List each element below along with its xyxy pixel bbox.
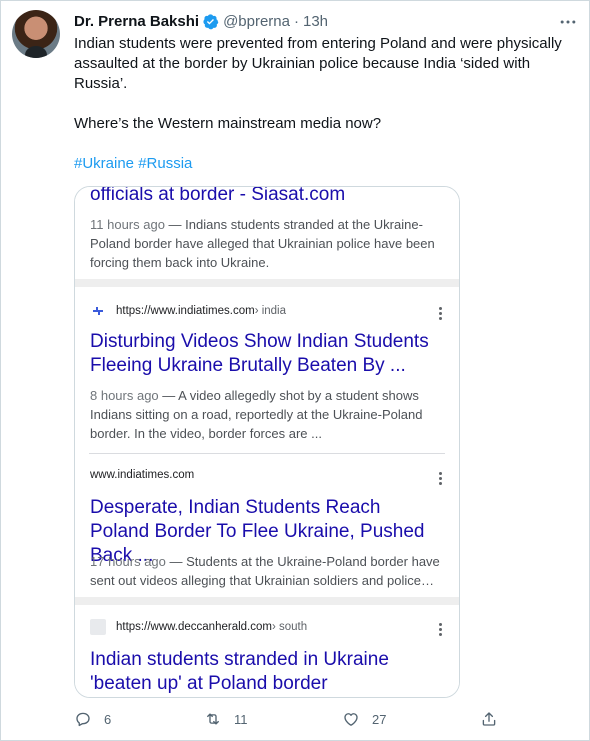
search-result-2: https://www.indiatimes.com › india Distu… [75, 287, 459, 455]
reply-icon [76, 712, 90, 727]
tweet-paragraph-2: Where’s the Western mainstream media now… [74, 115, 382, 132]
dot-separator: · [294, 12, 299, 30]
search-result-3: www.indiatimes.com Desperate, Indian Stu… [75, 457, 459, 597]
result-3-snippet: 17 hours ago — Students at the Ukraine-P… [90, 552, 442, 590]
tweet-paragraph-1: Indian students were prevented from ente… [74, 35, 562, 92]
result-2-title[interactable]: Disturbing Videos Show Indian Students F… [90, 330, 440, 378]
site-favicon [93, 307, 103, 315]
retweet-count: 11 [234, 711, 248, 727]
result-1-snippet: 11 hours ago — Indians students stranded… [90, 215, 442, 272]
result-1-title[interactable]: officials at border - Siasat.com [90, 187, 440, 207]
tweet-actions: 6 11 27 [74, 706, 514, 732]
author-avatar[interactable] [12, 10, 60, 58]
result-4-title[interactable]: Indian students stranded in Ukraine 'bea… [90, 648, 440, 696]
result-3-date: 17 hours ago [90, 554, 166, 569]
search-result-1: officials at border - Siasat.com 11 hour… [75, 187, 459, 271]
result-3-url-row[interactable]: www.indiatimes.com [90, 469, 194, 481]
share-icon [482, 712, 496, 726]
tweet-text: Indian students were prevented from ente… [74, 34, 574, 174]
result-4-url-row[interactable]: https://www.deccanherald.com › south [90, 619, 307, 635]
result-1-date: 11 hours ago [90, 217, 165, 232]
author-handle[interactable]: @bprerna [223, 13, 290, 30]
hashtags: #Ukraine #Russia [74, 154, 574, 174]
result-2-url-row[interactable]: https://www.indiatimes.com › india [90, 303, 286, 319]
result-2-snippet: 8 hours ago — A video allegedly shot by … [90, 386, 442, 443]
result-2-path: › india [254, 305, 287, 317]
more-icon[interactable] [558, 12, 578, 32]
like-button[interactable]: 27 [342, 706, 386, 732]
site-favicon [90, 619, 106, 635]
verified-badge-icon [203, 13, 219, 29]
card-divider [75, 597, 459, 605]
result-3-url: www.indiatimes.com [90, 469, 195, 481]
reply-count: 6 [104, 711, 112, 727]
card-divider [75, 279, 459, 287]
author-name[interactable]: Dr. Prerna Bakshi [74, 13, 199, 30]
search-result-4: https://www.deccanherald.com › south Ind… [75, 605, 459, 697]
kebab-menu-icon[interactable] [439, 623, 443, 637]
hashtag-ukraine[interactable]: #Ukraine [74, 155, 134, 172]
like-icon [344, 713, 358, 726]
result-4-path: › south [271, 621, 308, 633]
result-divider [89, 453, 445, 454]
retweet-icon [207, 713, 219, 725]
retweet-button[interactable]: 11 [204, 706, 248, 732]
hashtag-russia[interactable]: #Russia [138, 155, 192, 172]
screenshot-card[interactable]: officials at border - Siasat.com 11 hour… [74, 186, 460, 698]
share-button[interactable] [480, 706, 510, 732]
kebab-menu-icon[interactable] [439, 472, 443, 486]
kebab-menu-icon[interactable] [439, 307, 443, 321]
like-count: 27 [372, 711, 387, 727]
tweet-time[interactable]: 13h [303, 13, 328, 30]
reply-button[interactable]: 6 [74, 706, 111, 732]
result-2-url: https://www.indiatimes.com [116, 305, 255, 317]
result-4-url: https://www.deccanherald.com [116, 621, 272, 633]
tweet-header: Dr. Prerna Bakshi @bprerna · 13h [74, 11, 328, 31]
result-2-date: 8 hours ago [90, 388, 159, 403]
